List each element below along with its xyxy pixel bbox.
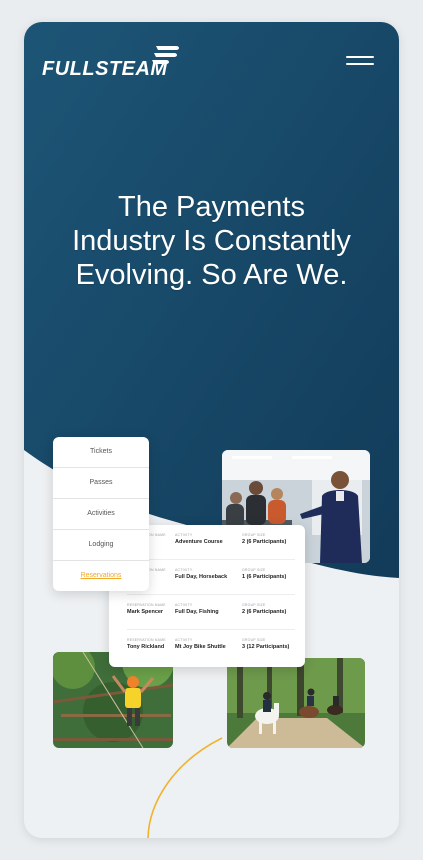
category-menu-card: Tickets Passes Activities Lodging Reserv… bbox=[53, 437, 149, 591]
table-row[interactable]: RESERVATION NAME Tony Rickland ACTIVITY Mt… bbox=[127, 630, 295, 664]
reservation-name: Mark Spencer bbox=[127, 609, 164, 615]
reservation-name: Tony Rickland bbox=[127, 644, 165, 650]
flag-logo-icon bbox=[152, 46, 179, 64]
table-row[interactable]: RESERVATION NAME Mark Spencer ACTIVITY Ful… bbox=[127, 595, 295, 630]
hamburger-menu-icon[interactable] bbox=[346, 54, 376, 68]
reservation-activity: Adventure Course bbox=[175, 539, 223, 545]
decorative-yellow-arc bbox=[147, 737, 223, 838]
table-row[interactable]: RESERVATION NAME ACTIVITYAdventure Cours… bbox=[127, 525, 295, 560]
reservation-activity: Full Day, Horseback bbox=[175, 574, 228, 580]
menu-item-passes[interactable]: Passes bbox=[53, 468, 149, 499]
menu-item-activities[interactable]: Activities bbox=[53, 499, 149, 530]
brand-logo[interactable]: FULLSTEAM bbox=[42, 44, 192, 80]
logo-wordmark: FULLSTEAM bbox=[42, 58, 168, 80]
reservation-activity: Full Day, Fishing bbox=[175, 609, 219, 615]
reservation-activity: Mt Joy Bike Shuttle bbox=[175, 644, 226, 650]
reservation-group: 2 (6 Participants) bbox=[242, 539, 287, 545]
menu-item-tickets[interactable]: Tickets bbox=[53, 437, 149, 468]
photo-horseback-ride bbox=[227, 658, 365, 748]
menu-item-reservations[interactable]: Reservations bbox=[53, 561, 149, 591]
reservation-group: 3 (12 Participants) bbox=[242, 644, 290, 650]
phone-frame: FULLSTEAM The Payments Industry Is Const… bbox=[24, 22, 399, 838]
reservation-group: 1 (6 Participants) bbox=[242, 574, 287, 580]
reservation-group: 2 (6 Participants) bbox=[242, 609, 287, 615]
hero-headline: The Payments Industry Is Constantly Evol… bbox=[72, 191, 351, 291]
table-row[interactable]: RESERVATION NAME ACTIVITYFull Day, Horse… bbox=[127, 560, 295, 595]
menu-item-lodging[interactable]: Lodging bbox=[53, 530, 149, 561]
